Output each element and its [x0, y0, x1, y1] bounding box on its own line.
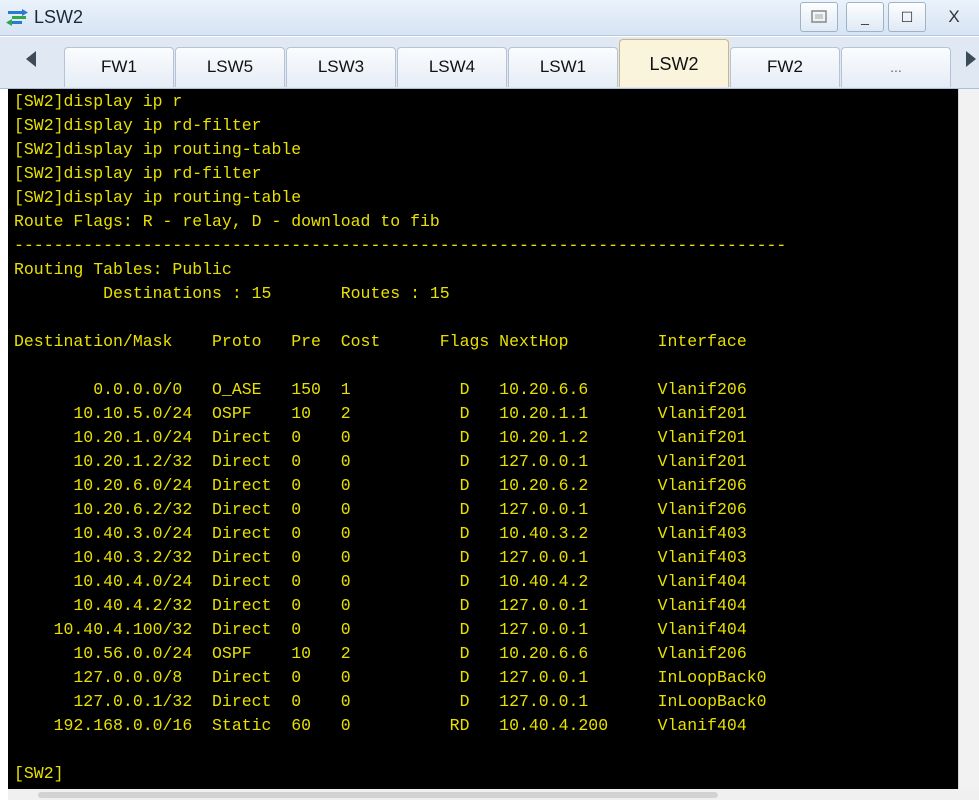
command-line: [SW2]display ip rd-filter: [14, 116, 262, 135]
window-title: LSW2: [34, 7, 84, 27]
route-flags-legend: Route Flags: R - relay, D - download to …: [14, 212, 440, 231]
minimize-button[interactable]: _: [846, 2, 884, 32]
route-row: 10.40.4.0/24 Direct 0 0 D 10.40.4.2 Vlan…: [14, 572, 747, 591]
maximize-button[interactable]: ☐: [888, 2, 926, 32]
route-row: 10.10.5.0/24 OSPF 10 2 D 10.20.1.1 Vlani…: [14, 404, 747, 423]
route-row: 10.20.1.0/24 Direct 0 0 D 10.20.1.2 Vlan…: [14, 428, 747, 447]
tab-strip: FW1 LSW5 LSW3 LSW4 LSW1 LSW2 FW2 ...: [0, 37, 979, 89]
switch-app-icon: [6, 9, 28, 26]
route-row: 192.168.0.0/16 Static 60 0 RD 10.40.4.20…: [14, 716, 747, 735]
title-bar: LSW2 _ ☐ X: [0, 0, 979, 36]
route-row: 0.0.0.0/0 O_ASE 150 1 D 10.20.6.6 Vlanif…: [14, 380, 747, 399]
tab-scroll-left-icon[interactable]: [26, 51, 36, 67]
command-line: [SW2]display ip routing-table: [14, 188, 302, 207]
routing-table-header: Destination/Mask Proto Pre Cost Flags Ne…: [14, 332, 747, 351]
tab-more[interactable]: ...: [841, 47, 951, 87]
tab-lsw5[interactable]: LSW5: [175, 47, 285, 87]
command-prompt[interactable]: [SW2]: [14, 764, 64, 786]
route-row: 10.40.4.100/32 Direct 0 0 D 127.0.0.1 Vl…: [14, 620, 747, 639]
route-row: 10.40.3.2/32 Direct 0 0 D 127.0.0.1 Vlan…: [14, 548, 747, 567]
routing-table-title: Routing Tables: Public: [14, 260, 232, 279]
tab-fw2[interactable]: FW2: [730, 47, 840, 87]
horizontal-scrollbar[interactable]: [8, 789, 979, 800]
vertical-scrollbar[interactable]: [958, 89, 979, 789]
tab-lsw1[interactable]: LSW1: [508, 47, 618, 87]
route-row: 10.56.0.0/24 OSPF 10 2 D 10.20.6.6 Vlani…: [14, 644, 747, 663]
tab-fw1[interactable]: FW1: [64, 47, 174, 87]
tab-lsw2[interactable]: LSW2: [619, 39, 729, 87]
command-line: [SW2]display ip rd-filter: [14, 164, 262, 183]
route-row: 10.20.6.0/24 Direct 0 0 D 10.20.6.2 Vlan…: [14, 476, 747, 495]
command-line: [SW2]display ip r: [14, 92, 183, 111]
terminal-console[interactable]: [SW2]display ip r [SW2]display ip rd-fil…: [8, 89, 958, 789]
route-row: 10.40.4.2/32 Direct 0 0 D 127.0.0.1 Vlan…: [14, 596, 747, 615]
horizontal-scroll-thumb[interactable]: [38, 792, 718, 798]
tab-scroll-right-icon[interactable]: [966, 51, 976, 67]
tab-lsw4[interactable]: LSW4: [397, 47, 507, 87]
route-row: 10.20.6.2/32 Direct 0 0 D 127.0.0.1 Vlan…: [14, 500, 747, 519]
route-row: 127.0.0.0/8 Direct 0 0 D 127.0.0.1 InLoo…: [14, 668, 767, 687]
route-row: 10.20.1.2/32 Direct 0 0 D 127.0.0.1 Vlan…: [14, 452, 747, 471]
separator-line: ----------------------------------------…: [14, 236, 787, 255]
route-row: 10.40.3.0/24 Direct 0 0 D 10.40.3.2 Vlan…: [14, 524, 747, 543]
tab-lsw3[interactable]: LSW3: [286, 47, 396, 87]
close-button[interactable]: X: [934, 2, 974, 32]
routing-table-summary: Destinations : 15 Routes : 15: [14, 284, 450, 303]
route-row: 127.0.0.1/32 Direct 0 0 D 127.0.0.1 InLo…: [14, 692, 767, 711]
restore-icon[interactable]: [800, 2, 838, 32]
command-line: [SW2]display ip routing-table: [14, 140, 302, 159]
